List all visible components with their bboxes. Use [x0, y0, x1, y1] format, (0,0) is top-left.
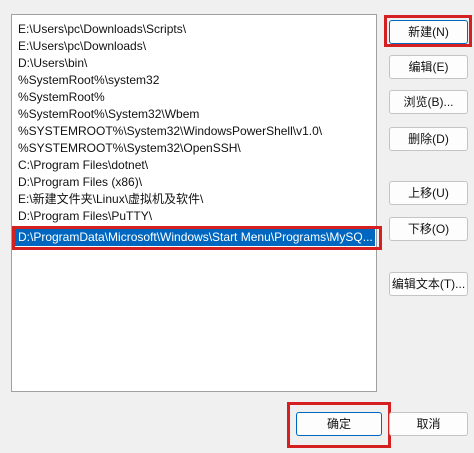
path-item[interactable]: %SystemRoot%\system32 — [15, 72, 375, 89]
path-item[interactable]: %SystemRoot% — [15, 89, 375, 106]
edit-button[interactable]: 编辑(E) — [389, 55, 468, 79]
path-item[interactable]: E:\Users\pc\Downloads\ — [15, 38, 375, 55]
path-item[interactable]: D:\Program Files\PuTTY\ — [15, 208, 375, 225]
move-down-button[interactable]: 下移(O) — [389, 217, 468, 241]
path-item[interactable]: %SYSTEMROOT%\System32\WindowsPowerShell\… — [15, 123, 375, 140]
browse-button[interactable]: 浏览(B)... — [389, 90, 468, 114]
delete-button[interactable]: 删除(D) — [389, 127, 468, 151]
path-item[interactable]: D:\Program Files (x86)\ — [15, 174, 375, 191]
ok-button[interactable]: 确定 — [296, 412, 382, 436]
path-item[interactable]: %SYSTEMROOT%\System32\OpenSSH\ — [15, 140, 375, 157]
move-up-button[interactable]: 上移(U) — [389, 181, 468, 205]
new-button[interactable]: 新建(N) — [389, 20, 468, 44]
edit-text-button[interactable]: 编辑文本(T)... — [389, 272, 468, 296]
path-item[interactable]: C:\Program Files\dotnet\ — [15, 157, 375, 174]
path-item[interactable]: %SystemRoot%\System32\Wbem — [15, 106, 375, 123]
path-item-selected[interactable]: D:\ProgramData\Microsoft\Windows\Start M… — [15, 229, 375, 246]
path-listbox[interactable]: E:\Users\pc\Downloads\Scripts\ E:\Users\… — [11, 14, 377, 392]
cancel-button[interactable]: 取消 — [389, 412, 468, 436]
path-item[interactable]: D:\Users\bin\ — [15, 55, 375, 72]
path-item[interactable]: E:\Users\pc\Downloads\Scripts\ — [15, 21, 375, 38]
path-item[interactable]: E:\新建文件夹\Linux\虚拟机及软件\ — [15, 191, 375, 208]
